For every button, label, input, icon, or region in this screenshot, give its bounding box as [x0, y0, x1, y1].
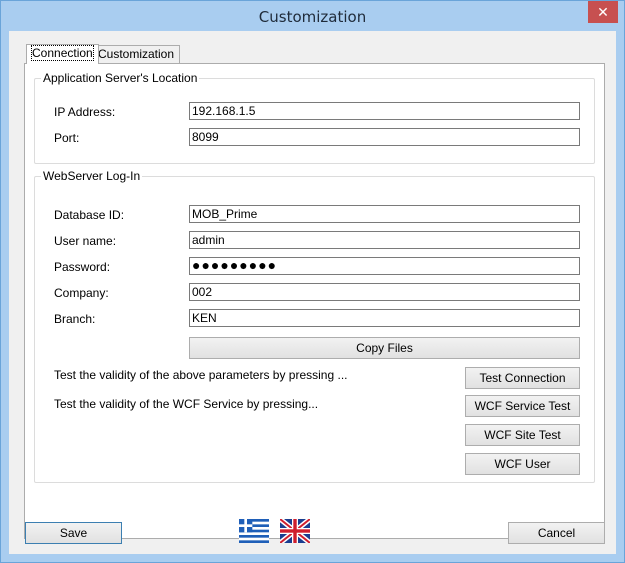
- greek-language-button[interactable]: [239, 519, 269, 543]
- branch-label: Branch:: [54, 312, 96, 326]
- window-title: Customization: [258, 8, 367, 26]
- cancel-button[interactable]: Cancel: [508, 522, 605, 544]
- tab-connection[interactable]: Connection: [26, 44, 99, 64]
- uk-flag-icon: [280, 519, 310, 543]
- test-connection-button[interactable]: Test Connection: [465, 367, 580, 389]
- english-language-button[interactable]: [280, 519, 310, 543]
- customization-window: Customization ✕ Connection Customization…: [0, 0, 625, 563]
- username-input[interactable]: admin: [189, 231, 580, 249]
- ip-address-input[interactable]: 192.168.1.5: [189, 102, 580, 120]
- tab-connection-label: Connection: [31, 45, 94, 61]
- ip-address-label: IP Address:: [54, 105, 116, 119]
- close-button[interactable]: ✕: [588, 1, 618, 23]
- password-input[interactable]: ●●●●●●●●●: [189, 257, 580, 275]
- port-input[interactable]: 8099: [189, 128, 580, 146]
- password-label: Password:: [54, 260, 111, 274]
- port-label: Port:: [54, 131, 80, 145]
- tab-customization[interactable]: Customization: [92, 45, 181, 63]
- username-label: User name:: [54, 234, 117, 248]
- wcf-service-test-button[interactable]: WCF Service Test: [465, 395, 580, 417]
- app-server-group: Application Server's Location IP Address…: [34, 71, 595, 164]
- title-bar[interactable]: Customization ✕: [1, 1, 624, 31]
- app-server-group-title: Application Server's Location: [41, 71, 200, 85]
- connection-tab-page: Application Server's Location IP Address…: [24, 63, 605, 539]
- branch-input[interactable]: KEN: [189, 309, 580, 327]
- close-icon: ✕: [597, 4, 609, 20]
- company-input[interactable]: 002: [189, 283, 580, 301]
- tab-customization-label: Customization: [98, 47, 175, 61]
- save-button[interactable]: Save: [25, 522, 122, 544]
- webserver-group-title: WebServer Log-In: [41, 169, 143, 183]
- database-id-label: Database ID:: [54, 208, 125, 222]
- copy-files-button[interactable]: Copy Files: [189, 337, 580, 359]
- wcf-site-test-button[interactable]: WCF Site Test: [465, 424, 580, 446]
- greek-flag-icon: [239, 519, 269, 543]
- test-parameters-text: Test the validity of the above parameter…: [54, 368, 348, 382]
- dialog-body: Connection Customization Application Ser…: [9, 31, 616, 554]
- database-id-input[interactable]: MOB_Prime: [189, 205, 580, 223]
- wcf-user-button[interactable]: WCF User: [465, 453, 580, 475]
- company-label: Company:: [54, 286, 109, 300]
- test-wcf-text: Test the validity of the WCF Service by …: [54, 397, 319, 411]
- webserver-login-group: WebServer Log-In Database ID: MOB_Prime …: [34, 169, 595, 483]
